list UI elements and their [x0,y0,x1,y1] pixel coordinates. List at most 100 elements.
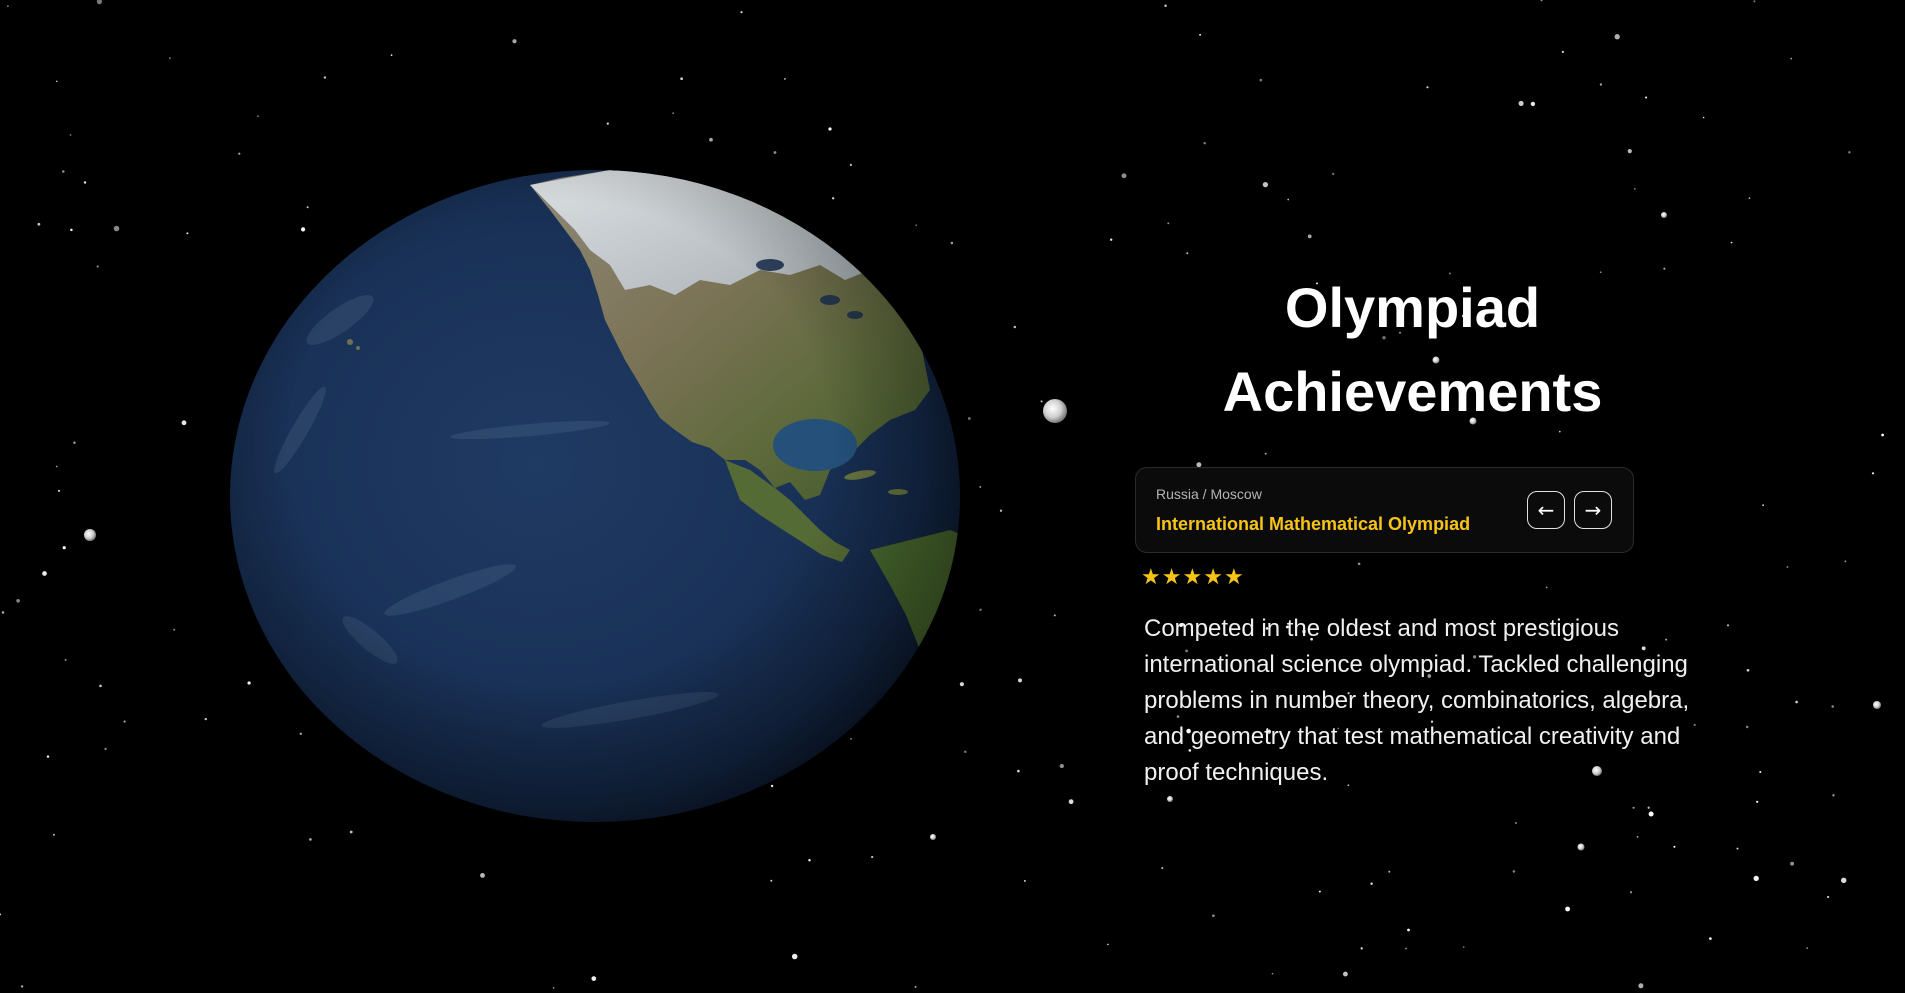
star [96,265,99,268]
star [1844,560,1847,563]
star [606,122,609,125]
star [1199,33,1202,36]
star [1748,197,1751,199]
page-title-line-2: Achievements [1222,360,1603,423]
star-icon: ★ [1223,565,1244,590]
star [55,465,58,468]
star [1645,96,1648,99]
star-rating: ★ ★ ★ ★ ★ [1141,564,1244,592]
arrow-left-icon: ← [1537,497,1555,522]
star [1023,879,1026,882]
star [1462,946,1465,948]
star [1370,882,1373,885]
earth-icon[interactable] [230,170,960,822]
star [512,39,517,44]
arrow-right-icon: → [1584,497,1602,522]
star [1043,399,1067,423]
page-title: Olympiad Achievements [1130,266,1695,434]
star [1167,222,1170,225]
star-icon: ★ [1161,565,1182,590]
star-icon: ★ [1141,565,1161,590]
star [770,879,773,882]
star [173,628,176,631]
star [979,486,982,488]
star [914,985,917,988]
star [552,987,555,989]
previous-button[interactable]: ← [1527,491,1565,529]
space-scene: Olympiad Achievements Russia / Moscow In… [0,0,1905,993]
star [1110,238,1113,241]
star [591,976,597,981]
next-button[interactable]: → [1574,491,1612,529]
star [1633,188,1636,190]
star [257,115,259,118]
star [1726,624,1730,627]
star [42,571,47,576]
star [349,830,353,834]
star [1307,234,1312,239]
star [964,750,967,754]
star-icon: ★ [1182,565,1203,590]
star [70,228,73,232]
star [1673,845,1676,848]
star [999,509,1003,512]
star [709,137,713,142]
star [1357,562,1361,566]
star [1186,252,1189,255]
star [1318,890,1321,893]
star [1636,836,1639,838]
star [1871,472,1875,475]
star [1388,870,1391,873]
star [1753,0,1756,3]
star [55,80,58,83]
star [204,717,208,721]
star [1407,928,1410,932]
star [930,834,936,840]
star [1,611,5,614]
star [1121,173,1127,179]
star [1040,400,1043,403]
star [1759,770,1762,774]
star [1167,796,1173,802]
star [73,441,76,444]
star [1426,86,1429,89]
star [7,5,9,7]
star [1360,947,1363,950]
achievement-description: Competed in the oldest and most prestigi… [1144,615,1690,786]
star [1530,101,1536,107]
star [1709,937,1712,940]
star [1565,906,1571,912]
star [84,529,96,541]
star [62,170,65,173]
star [1561,50,1565,54]
star [1873,701,1881,709]
star [1881,433,1884,437]
star [740,11,743,14]
star [99,684,102,688]
star [680,77,683,81]
star [1518,100,1524,106]
star [672,112,675,115]
achievement-card: Russia / Moscow International Mathematic… [1135,467,1634,553]
star [1053,614,1056,617]
star [1848,151,1851,154]
star [1545,586,1548,589]
star [1514,822,1517,824]
star [1806,947,1809,949]
star [1746,668,1750,672]
star [1826,895,1830,899]
star [979,608,982,612]
star [828,127,832,131]
star [390,54,393,56]
achievement-location: Russia / Moscow [1156,486,1262,502]
page-title-line-1: Olympiad [1284,276,1541,339]
star [1405,947,1407,950]
star [1840,877,1847,884]
star [1342,971,1348,977]
star [1756,800,1759,803]
star [1627,149,1632,154]
star [181,420,187,426]
star [96,0,103,5]
star [1013,325,1017,329]
star [1629,891,1633,894]
